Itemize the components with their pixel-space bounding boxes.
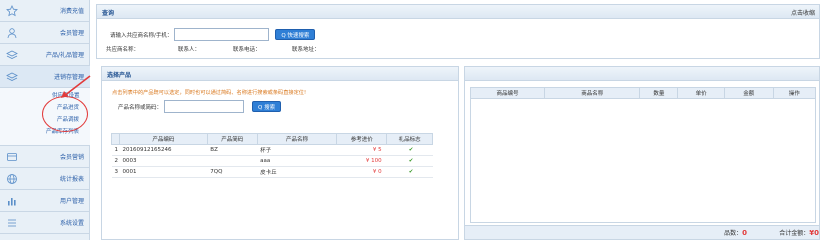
product-search-input[interactable] [164, 100, 245, 113]
check-icon: ✔ [386, 166, 433, 178]
sidebar-item-product-gift[interactable]: 产品/礼品管理 [0, 44, 90, 66]
total-amount-label: 合计金额：¥0 [779, 228, 819, 237]
row-index: 2 [111, 155, 120, 167]
list-icon [5, 216, 18, 229]
col-price: 参考进价 [336, 133, 388, 145]
check-icon: ✔ [386, 144, 433, 156]
row-price: ¥ 5 [336, 144, 387, 156]
select-product-title: 选择产品 [107, 72, 132, 79]
product-search-label: 产品名称或简码： [118, 104, 163, 111]
row-code: 0001 [119, 166, 208, 178]
row-price: ¥ 100 [336, 155, 387, 167]
sidebar-item-label: 系统设置 [59, 220, 84, 227]
order-panel: 商品编号 商品名称 数量 单价 金额 操作 品数：0 合计金额：¥0 [464, 66, 820, 240]
sidebar-item-user-management[interactable]: 用户管理 [0, 190, 90, 212]
query-panel-title: 查询 [102, 10, 115, 17]
product-search-row: 产品名称或简码： Q 搜索 [118, 100, 282, 113]
quick-search-button-label: Q 快速搜索 [281, 32, 310, 39]
globe-icon [5, 172, 18, 185]
row-short: BZ [207, 144, 258, 156]
row-name: aaa [257, 155, 337, 167]
address-field: 联系地址： [292, 47, 320, 53]
product-table: 产品编码 产品简码 产品名称 参考进价 礼品标志 1 2016091216524… [111, 133, 433, 178]
row-short [207, 155, 258, 167]
layers-icon [5, 48, 18, 61]
sidebar-item-system-settings[interactable]: 系统设置 [0, 212, 90, 234]
order-panel-header [465, 67, 819, 81]
row-short: 7QQ [207, 166, 258, 178]
collapse-link[interactable]: 点击收缩 [791, 8, 815, 17]
card-icon [5, 150, 18, 163]
product-search-button-label: Q 搜索 [258, 104, 276, 111]
col-short: 产品简码 [206, 133, 258, 145]
contact-field: 联系人： [178, 47, 201, 53]
sidebar-item-label: 统计报表 [59, 176, 84, 183]
annotation-circle [42, 96, 88, 132]
layers-icon [5, 70, 18, 83]
sidebar-item-label: 用户管理 [59, 198, 84, 205]
check-icon: ✔ [386, 155, 433, 167]
row-name: 杯子 [257, 144, 337, 156]
product-table-header: 产品编码 产品简码 产品名称 参考进价 礼品标志 [111, 133, 433, 145]
product-search-button[interactable]: Q 搜索 [252, 101, 282, 112]
order-table-header: 商品编号 商品名称 数量 单价 金额 操作 [469, 87, 817, 99]
row-code: 20160912165246 [119, 144, 208, 156]
col-gift: 礼品标志 [386, 133, 433, 145]
col-amount: 金额 [723, 87, 774, 99]
total-amount-value: ¥0 [809, 229, 819, 237]
select-product-header: 选择产品 [102, 67, 458, 81]
quick-search-button[interactable]: Q 快速搜索 [275, 29, 316, 40]
supplier-search-row: 请输入共应商名称/手机： Q 快速搜索 [110, 28, 316, 41]
sidebar-item-member-marketing[interactable]: 会员营销 [0, 146, 90, 168]
supplier-search-label: 请输入共应商名称/手机： [110, 32, 173, 39]
bar-chart-icon [5, 194, 18, 207]
row-code: 0003 [119, 155, 208, 167]
sidebar-item-label: 会员营销 [59, 154, 84, 161]
order-footer: 品数：0 合计金额：¥0 [465, 225, 819, 239]
sidebar-item-consume-recharge[interactable]: 消费充值 [0, 0, 90, 22]
select-product-panel: 选择产品 点击列表中的产品既可以选定，同时也可以通过简码、名称进行搜索或条码直接… [101, 66, 459, 240]
table-row[interactable]: 3 0001 7QQ 皮卡丘 ¥ 0 ✔ [111, 166, 433, 178]
total-amount-label-text: 合计金额： [779, 230, 810, 237]
order-table: 商品编号 商品名称 数量 单价 金额 操作 [469, 87, 817, 99]
item-count-label-text: 品数： [724, 230, 743, 237]
main-content: 查询 点击收缩 请输入共应商名称/手机： Q 快速搜索 共应商名称： 联系人： … [96, 4, 820, 240]
row-name: 皮卡丘 [257, 166, 337, 178]
sidebar-item-member-management[interactable]: 会员管理 [0, 22, 90, 44]
row-price: ¥ 0 [336, 166, 387, 178]
sidebar-item-label: 会员管理 [59, 30, 84, 37]
supplier-search-input[interactable] [174, 28, 270, 41]
user-icon [5, 26, 18, 39]
annotation-arrow [61, 75, 91, 98]
row-index: 3 [111, 166, 120, 178]
item-count-value: 0 [742, 229, 747, 237]
item-count-label: 品数：0 [724, 228, 747, 237]
col-action: 操作 [772, 87, 817, 99]
sidebar-item-statistics[interactable]: 统计报表 [0, 168, 90, 190]
col-item-name: 商品名称 [544, 87, 641, 99]
table-row[interactable]: 1 20160912165246 BZ 杯子 ¥ 5 ✔ [111, 144, 433, 156]
phone-field: 联系电话： [233, 47, 261, 53]
query-panel: 查询 点击收缩 请输入共应商名称/手机： Q 快速搜索 共应商名称： 联系人： … [96, 4, 820, 59]
table-row[interactable]: 2 0003 aaa ¥ 100 ✔ [111, 155, 433, 167]
select-product-hint: 点击列表中的产品既可以选定，同时也可以通过简码、名称进行搜索或条码直接定位! [112, 90, 307, 96]
row-index: 1 [111, 144, 120, 156]
col-code: 产品编码 [118, 133, 208, 145]
star-icon [5, 4, 18, 17]
col-index [111, 133, 120, 145]
col-name: 产品名称 [256, 133, 338, 145]
supplier-name-field: 共应商名称： [106, 47, 140, 53]
sidebar-item-label: 消费充值 [59, 8, 84, 15]
sidebar-item-label: 产品/礼品管理 [45, 52, 84, 59]
query-panel-header: 查询 点击收缩 [97, 5, 819, 19]
col-item-no: 商品编号 [469, 87, 546, 99]
order-table-body [470, 99, 816, 223]
col-qty: 数量 [639, 87, 679, 99]
col-unit-price: 单价 [677, 87, 725, 99]
